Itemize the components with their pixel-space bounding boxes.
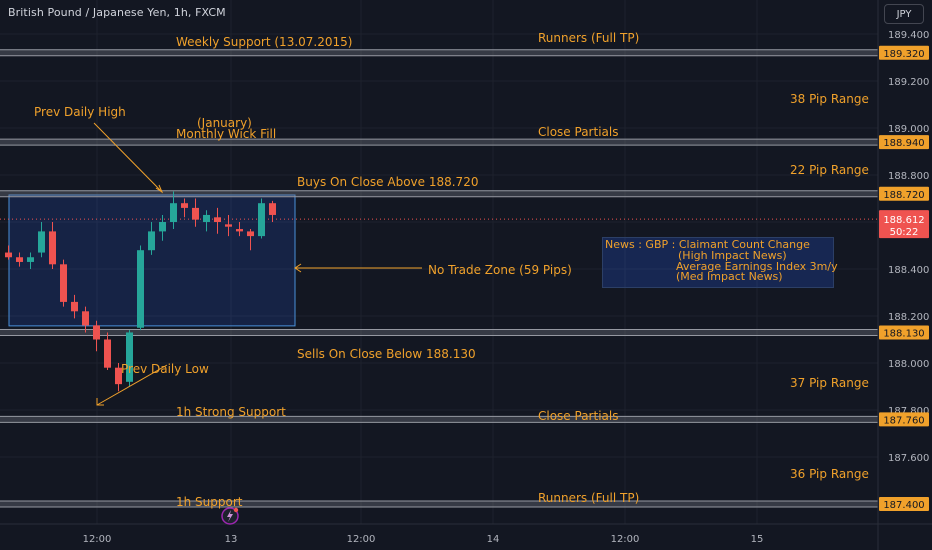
- label-1h-support: 1h Support: [176, 495, 243, 509]
- label-range-38: 38 Pip Range: [790, 92, 869, 106]
- label-prev-daily-high: Prev Daily High: [34, 105, 126, 119]
- candle-body: [236, 229, 243, 232]
- currency-button[interactable]: JPY: [884, 4, 924, 24]
- candle-body: [192, 207, 199, 220]
- news-line-4: (Med Impact News): [676, 270, 783, 284]
- price-tick-label: 188.400: [888, 265, 929, 276]
- candle-body: [71, 301, 78, 312]
- label-close-partials-top: Close Partials: [538, 125, 618, 139]
- candle-body: [38, 231, 45, 253]
- price-tick-label: 189.400: [888, 30, 929, 41]
- label-range-37: 37 Pip Range: [790, 376, 869, 390]
- time-tick-label: 12:00: [611, 534, 640, 545]
- label-range-36: 36 Pip Range: [790, 467, 869, 481]
- label-close-partials-bottom: Close Partials: [538, 409, 618, 423]
- candle-body: [203, 214, 210, 222]
- label-runners-top: Runners (Full TP): [538, 31, 639, 45]
- candle-body: [137, 250, 144, 328]
- price-tick-label: 189.000: [888, 124, 929, 135]
- candle-body: [5, 252, 12, 258]
- candle-body: [82, 311, 89, 326]
- price-tick-label: 187.600: [888, 453, 929, 464]
- countdown-label: 50:22: [890, 227, 919, 238]
- level-price-tag-label: 187.400: [883, 500, 924, 511]
- label-range-22: 22 Pip Range: [790, 163, 869, 177]
- label-buys-on-close: Buys On Close Above 188.720: [297, 175, 478, 189]
- label-sells-on-close: Sells On Close Below 188.130: [297, 347, 476, 361]
- price-tick-label: 189.200: [888, 77, 929, 88]
- candle-body: [214, 217, 221, 222]
- level-band: [0, 139, 878, 146]
- label-prev-daily-low: Prev Daily Low: [121, 362, 209, 376]
- time-tick-label: 12:00: [347, 534, 376, 545]
- time-tick-label: 14: [487, 534, 500, 545]
- level-band: [0, 190, 878, 197]
- label-no-trade-zone: No Trade Zone (59 Pips): [428, 263, 572, 277]
- price-tick-label: 188.200: [888, 312, 929, 323]
- level-band: [0, 49, 878, 56]
- candle-body: [93, 325, 100, 340]
- candle-body: [258, 203, 265, 237]
- symbol-title: British Pound / Japanese Yen, 1h, FXCM: [8, 6, 226, 19]
- time-tick-label: 13: [225, 534, 238, 545]
- label-weekly-support: Weekly Support (13.07.2015): [176, 35, 352, 49]
- level-price-tag-label: 188.130: [883, 328, 924, 339]
- candle-body: [49, 231, 56, 265]
- label-runners-bottom: Runners (Full TP): [538, 491, 639, 505]
- level-price-tag-label: 187.760: [883, 415, 924, 426]
- candle-body: [104, 339, 111, 368]
- candle-body: [269, 203, 276, 215]
- price-tick-label: 188.000: [888, 359, 929, 370]
- candle-body: [60, 264, 67, 302]
- candle-body: [159, 222, 166, 232]
- level-price-tag-label: 189.320: [883, 49, 924, 60]
- time-tick-label: 15: [751, 534, 764, 545]
- candle-body: [225, 224, 232, 227]
- candle-body: [247, 231, 254, 237]
- candle-body: [181, 203, 188, 208]
- level-band: [0, 501, 878, 507]
- level-price-tag-label: 188.940: [883, 138, 924, 149]
- label-1h-strong-support: 1h Strong Support: [176, 405, 286, 419]
- candle-body: [170, 203, 177, 222]
- candle-body: [16, 257, 23, 262]
- candle-body: [27, 257, 34, 262]
- event-marker[interactable]: [221, 507, 239, 525]
- level-price-tag-label: 188.720: [883, 190, 924, 201]
- price-tick-label: 188.800: [888, 171, 929, 182]
- candle-body: [148, 231, 155, 251]
- label-monthly-wick-fill: Monthly Wick Fill: [176, 127, 276, 141]
- news-box: News : GBP : Claimant Count Change (High…: [602, 237, 838, 288]
- current-price-tag-label: 188.612: [883, 215, 924, 226]
- pointer-prev-daily-high: [93, 122, 163, 193]
- time-tick-label: 12:00: [83, 534, 112, 545]
- level-band: [0, 416, 878, 423]
- event-marker-dot: [233, 507, 239, 513]
